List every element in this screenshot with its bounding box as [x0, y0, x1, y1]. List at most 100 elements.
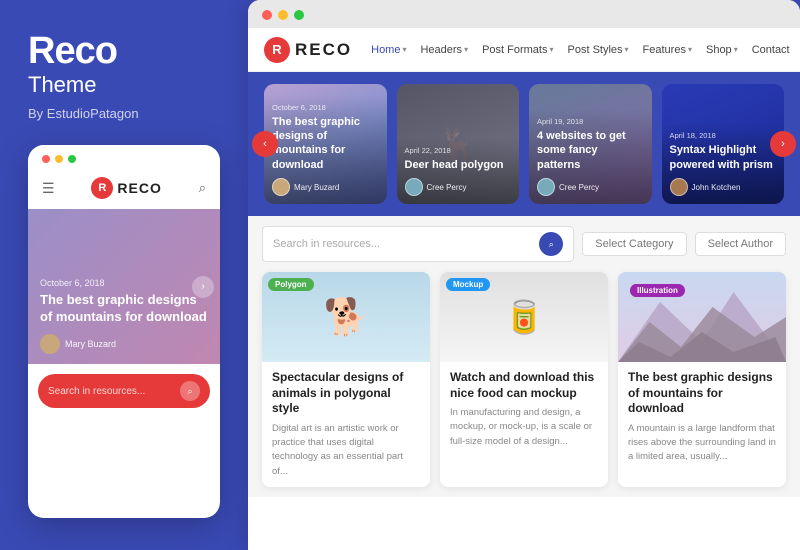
mobile-dot-red — [42, 155, 50, 163]
slide-2-overlay: April 22, 2018 Deer head polygon Cree Pe… — [397, 138, 520, 204]
brand-subtitle: Theme — [28, 72, 220, 98]
mobile-author-name: Mary Buzard — [65, 339, 116, 349]
post-card-3: Featured Illustration The best graphic d… — [618, 272, 786, 487]
site-logo-text: RECO — [295, 40, 352, 60]
card-3-badge-illustration: Illustration — [630, 284, 685, 297]
site-nav-links: Home ▾ Headers ▾ Post Formats ▾ Post Sty… — [364, 44, 797, 56]
left-panel: Reco Theme By EstudioPatagon ☰ R RECO ⌕ … — [0, 0, 248, 550]
slide-1-author: Mary Buzard — [272, 178, 379, 196]
mobile-hero-content: October 6, 2018 The best graphic designs… — [28, 268, 220, 364]
nav-link-home[interactable]: Home ▾ — [364, 44, 413, 56]
slide-2-date: April 22, 2018 — [405, 146, 512, 155]
site-logo-icon: R — [264, 37, 290, 63]
slide-2-title: Deer head polygon — [405, 158, 512, 172]
slide-4-avatar — [670, 178, 688, 196]
author-filter[interactable]: Select Author — [695, 232, 786, 256]
slide-4-overlay: April 18, 2018 Syntax Highlight powered … — [662, 123, 785, 204]
post-card-1: 🐕 Polygon Spectacular designs of animals… — [262, 272, 430, 487]
brand-by: By EstudioPatagon — [28, 106, 220, 121]
browser-dot-yellow — [278, 10, 288, 20]
card-2-image: 🥫 Mockup — [440, 272, 608, 362]
mobile-dot-green — [68, 155, 76, 163]
mobile-dots — [28, 145, 220, 171]
slide-3-author-name: Cree Percy — [559, 183, 599, 192]
slide-2-author: Cree Percy — [405, 178, 512, 196]
nav-link-contact[interactable]: Contact — [745, 44, 797, 56]
mobile-search-bar: Search in resources... ⌕ — [38, 374, 210, 408]
slide-3-title: 4 websites to get some fancy patterns — [537, 129, 644, 172]
card-1-badge: Polygon — [268, 278, 314, 291]
card-2-excerpt: In manufacturing and design, a mockup, o… — [450, 406, 598, 449]
browser-panel: R RECO Home ▾ Headers ▾ Post Formats ▾ P… — [248, 0, 800, 550]
post-card-2: 🥫 Mockup Watch and download this nice fo… — [440, 272, 608, 487]
nav-link-headers[interactable]: Headers ▾ — [413, 44, 475, 56]
nav-headers-arrow: ▾ — [464, 45, 468, 54]
mobile-next-button[interactable]: › — [192, 276, 214, 298]
card-3-title: The best graphic designs of mountains fo… — [628, 370, 776, 417]
cards-grid: 🐕 Polygon Spectacular designs of animals… — [262, 272, 786, 487]
slide-card-1: October 6, 2018 The best graphic designs… — [264, 84, 387, 204]
search-icon-btn[interactable]: 🔍 — [797, 38, 800, 62]
slide-1-title: The best graphic designs of mountains fo… — [272, 115, 379, 172]
slide-4-author-name: John Kotchen — [692, 183, 741, 192]
nav-link-post-formats[interactable]: Post Formats ▾ — [475, 44, 560, 56]
card-2-title: Watch and download this nice food can mo… — [450, 370, 598, 401]
search-input[interactable]: Search in resources... — [273, 238, 533, 250]
mobile-logo-text: RECO — [117, 180, 161, 196]
search-box[interactable]: Search in resources... ⌕ — [262, 226, 574, 262]
mobile-hero: ‹ October 6, 2018 The best graphic desig… — [28, 209, 220, 364]
mobile-logo-icon: R — [91, 177, 113, 199]
slide-3-author: Cree Percy — [537, 178, 644, 196]
browser-dot-red — [262, 10, 272, 20]
slide-card-4: April 18, 2018 Syntax Highlight powered … — [662, 84, 785, 204]
slide-4-date: April 18, 2018 — [670, 131, 777, 140]
mobile-search-button[interactable]: ⌕ — [180, 381, 200, 401]
slide-card-3: April 19, 2018 4 websites to get some fa… — [529, 84, 652, 204]
brand-title: Reco — [28, 32, 220, 70]
mobile-hero-date: October 6, 2018 — [40, 278, 208, 288]
card-1-body: Spectacular designs of animals in polygo… — [262, 362, 430, 487]
mobile-hero-title: The best graphic designs of mountains fo… — [40, 292, 208, 326]
nav-icons: 🔍 🛒 f t — [797, 38, 800, 62]
browser-dot-green — [294, 10, 304, 20]
card-3-excerpt: A mountain is a large landform that rise… — [628, 422, 776, 465]
nav-home-arrow: ▾ — [402, 45, 406, 54]
slider-prev-button[interactable]: ‹ — [252, 131, 278, 157]
mobile-logo: R RECO — [91, 177, 161, 199]
site-nav: R RECO Home ▾ Headers ▾ Post Formats ▾ P… — [248, 28, 800, 72]
nav-link-post-styles[interactable]: Post Styles ▾ — [561, 44, 636, 56]
search-go-button[interactable]: ⌕ — [539, 232, 563, 256]
slide-3-overlay: April 19, 2018 4 websites to get some fa… — [529, 109, 652, 204]
category-filter[interactable]: Select Category — [582, 232, 686, 256]
mobile-hero-author: Mary Buzard — [40, 334, 208, 354]
mobile-search-icon[interactable]: ⌕ — [199, 180, 206, 196]
card-1-excerpt: Digital art is an artistic work or pract… — [272, 422, 420, 479]
card-3-image: Featured Illustration — [618, 272, 786, 362]
slide-4-title: Syntax Highlight powered with prism — [670, 143, 777, 172]
nav-link-shop[interactable]: Shop ▾ — [699, 44, 745, 56]
slide-1-date: October 6, 2018 — [272, 103, 379, 112]
browser-content: R RECO Home ▾ Headers ▾ Post Formats ▾ P… — [248, 28, 800, 550]
slide-1-overlay: October 6, 2018 The best graphic designs… — [264, 95, 387, 204]
nav-styles-arrow: ▾ — [625, 45, 629, 54]
hamburger-icon[interactable]: ☰ — [42, 180, 55, 197]
nav-link-features[interactable]: Features ▾ — [636, 44, 699, 56]
hero-slider: ‹ October 6, 2018 The best graphic desig… — [248, 72, 800, 216]
slide-1-avatar — [272, 178, 290, 196]
site-logo: R RECO — [264, 37, 352, 63]
card-3-body: The best graphic designs of mountains fo… — [618, 362, 786, 473]
mobile-dot-yellow — [55, 155, 63, 163]
slide-2-avatar — [405, 178, 423, 196]
slide-2-author-name: Cree Percy — [427, 183, 467, 192]
nav-shop-arrow: ▾ — [734, 45, 738, 54]
card-2-badge: Mockup — [446, 278, 490, 291]
nav-formats-arrow: ▾ — [549, 45, 553, 54]
slide-4-author: John Kotchen — [670, 178, 777, 196]
mobile-avatar — [40, 334, 60, 354]
card-1-image: 🐕 Polygon — [262, 272, 430, 362]
slider-next-button[interactable]: › — [770, 131, 796, 157]
slide-1-author-name: Mary Buzard — [294, 183, 339, 192]
slide-3-date: April 19, 2018 — [537, 117, 644, 126]
nav-features-arrow: ▾ — [688, 45, 692, 54]
mobile-search-input-label[interactable]: Search in resources... — [48, 386, 174, 397]
